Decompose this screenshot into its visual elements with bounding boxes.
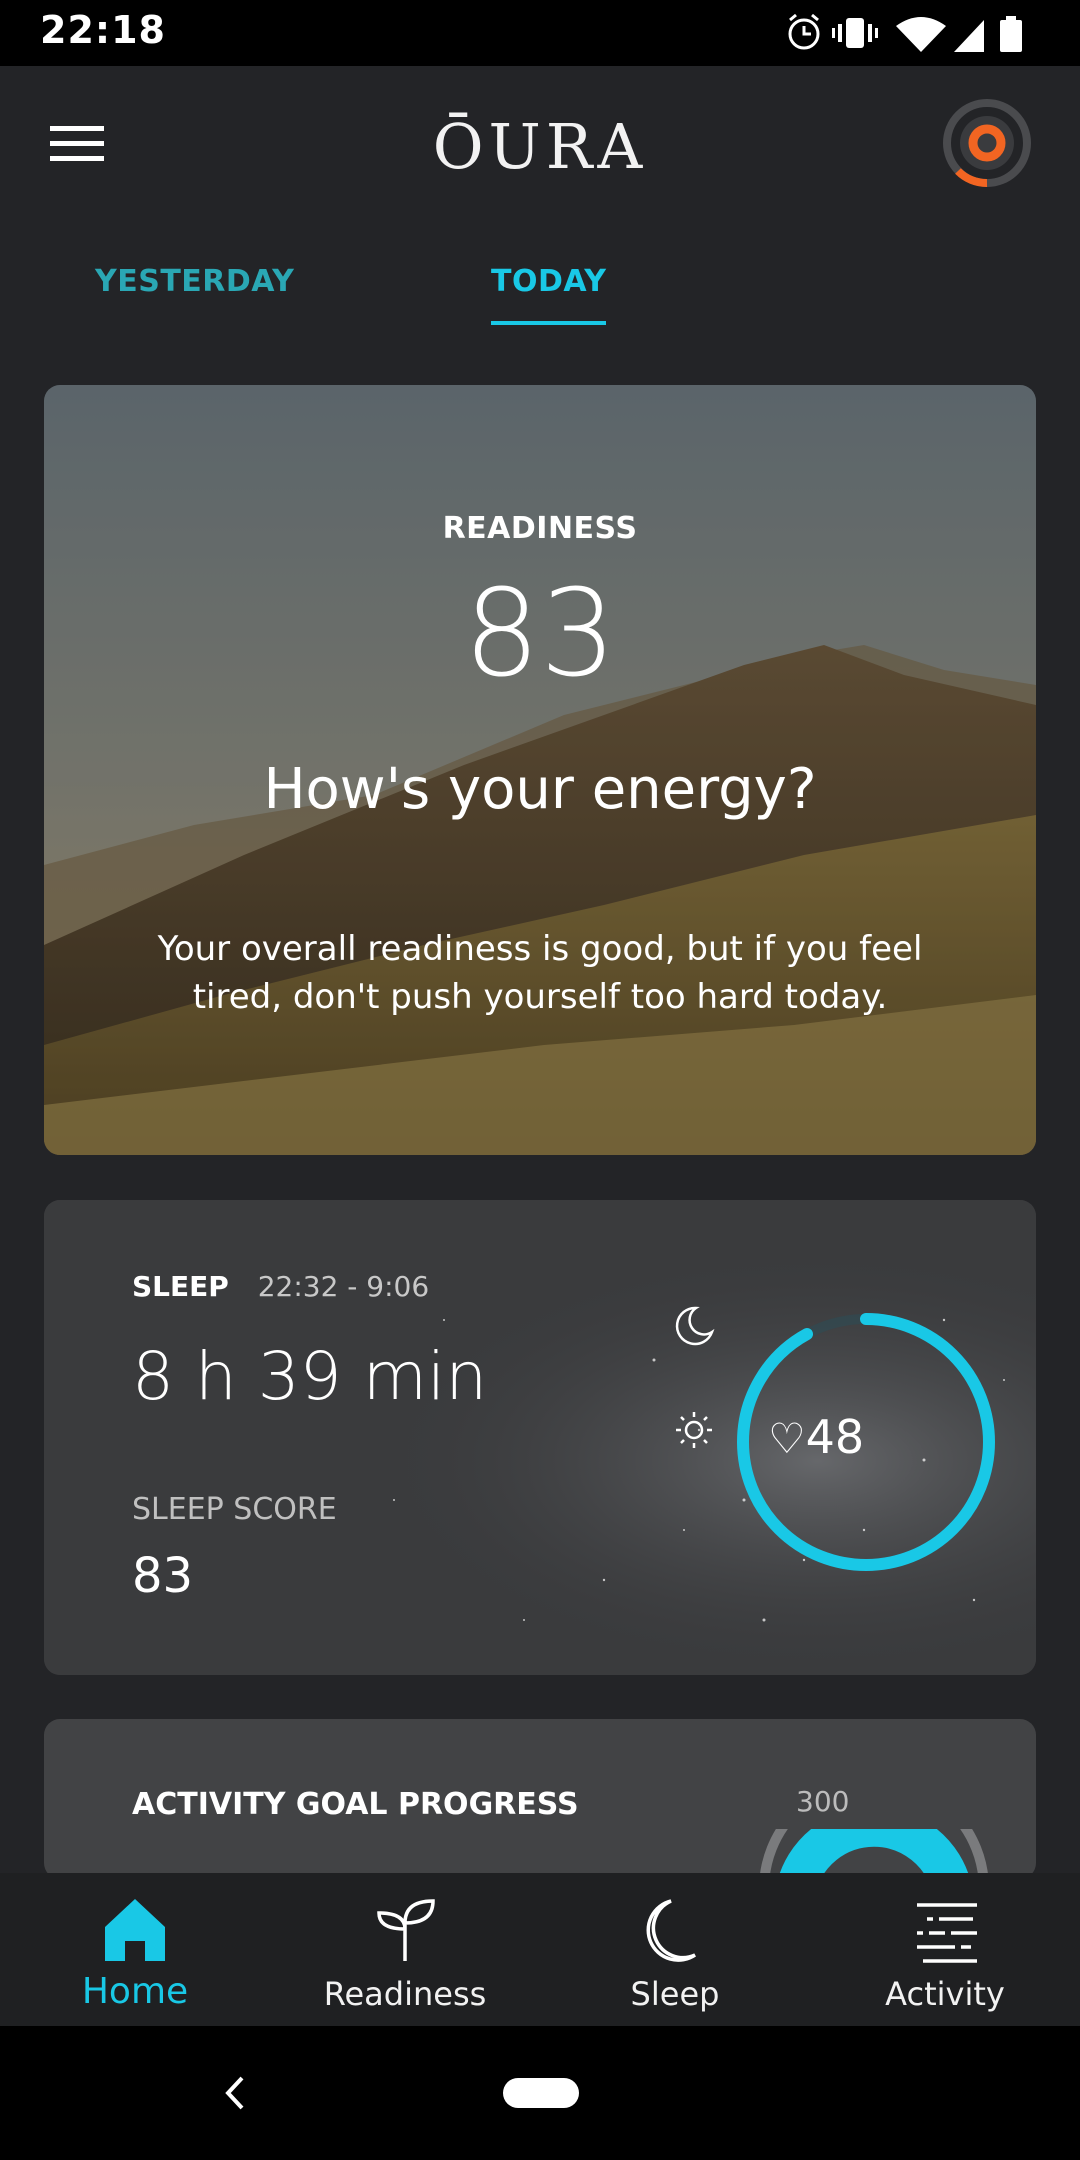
sleep-score-label: SLEEP SCORE	[132, 1492, 337, 1527]
sprout-icon	[377, 1899, 435, 1961]
moon-icon	[675, 1306, 715, 1346]
home-pill[interactable]	[503, 2078, 579, 2108]
readiness-card[interactable]: READINESS 83 How's your energy? Your ove…	[44, 385, 1036, 1155]
battery-icon	[1000, 16, 1022, 52]
wifi-icon	[896, 17, 946, 52]
nav-home-label: Home	[81, 1971, 189, 2012]
readiness-score: 83	[463, 565, 617, 704]
readiness-question: How's your energy?	[263, 757, 817, 822]
status-bar: 22:18	[0, 0, 1080, 66]
day-tabs: YESTERDAY TODAY	[0, 236, 1080, 336]
status-time: 22:18	[40, 8, 166, 52]
status-icons	[788, 13, 1022, 52]
sleep-header: SLEEP 22:32 - 9:06	[132, 1270, 429, 1303]
readiness-message: Your overall readiness is good, but if y…	[157, 929, 923, 1017]
nav-sleep[interactable]: Sleep	[540, 1873, 810, 2026]
heart-icon: ♡	[768, 1414, 806, 1463]
heart-rate: ♡48	[768, 1410, 864, 1464]
profile-avatar[interactable]	[942, 98, 1032, 188]
heart-rate-value: 48	[805, 1410, 865, 1464]
app-bar: ŌURA	[0, 66, 1080, 236]
activity-card[interactable]: ACTIVITY GOAL PROGRESS 300	[44, 1719, 1036, 1879]
sleep-score: 83	[132, 1548, 194, 1604]
activity-target: 300	[796, 1785, 850, 1818]
nav-activity[interactable]: Activity	[810, 1873, 1080, 2026]
back-icon[interactable]	[222, 2074, 248, 2112]
bottom-nav: Home Readiness Sleep Activity	[0, 1873, 1080, 2026]
sleep-card[interactable]: SLEEP 22:32 - 9:06 8 h 39 min SLEEP SCOR…	[44, 1200, 1036, 1675]
alarm-icon	[788, 13, 820, 50]
vibrate-icon	[832, 18, 878, 48]
activity-title: ACTIVITY GOAL PROGRESS	[132, 1787, 579, 1822]
app-logo: ŌURA	[432, 110, 648, 183]
tab-yesterday[interactable]: YESTERDAY	[95, 264, 294, 299]
system-nav-bar	[0, 2026, 1080, 2160]
nav-home[interactable]: Home	[0, 1873, 270, 2026]
sleep-time-range: 22:32 - 9:06	[257, 1270, 430, 1303]
sun-icon	[676, 1412, 712, 1448]
activity-list-icon	[917, 1903, 977, 1963]
moon-icon	[646, 1899, 696, 1962]
sleep-title: SLEEP	[132, 1270, 229, 1303]
nav-activity-label: Activity	[885, 1975, 1005, 2013]
nav-readiness[interactable]: Readiness	[270, 1873, 540, 2026]
nav-readiness-label: Readiness	[323, 1975, 487, 2013]
tab-today[interactable]: TODAY	[491, 264, 607, 325]
nav-sleep-label: Sleep	[630, 1975, 720, 2013]
home-icon	[105, 1899, 165, 1961]
signal-icon	[954, 20, 984, 52]
readiness-label: READINESS	[442, 511, 638, 546]
activity-gauge	[759, 1829, 989, 1879]
sleep-duration: 8 h 39 min	[132, 1338, 488, 1415]
